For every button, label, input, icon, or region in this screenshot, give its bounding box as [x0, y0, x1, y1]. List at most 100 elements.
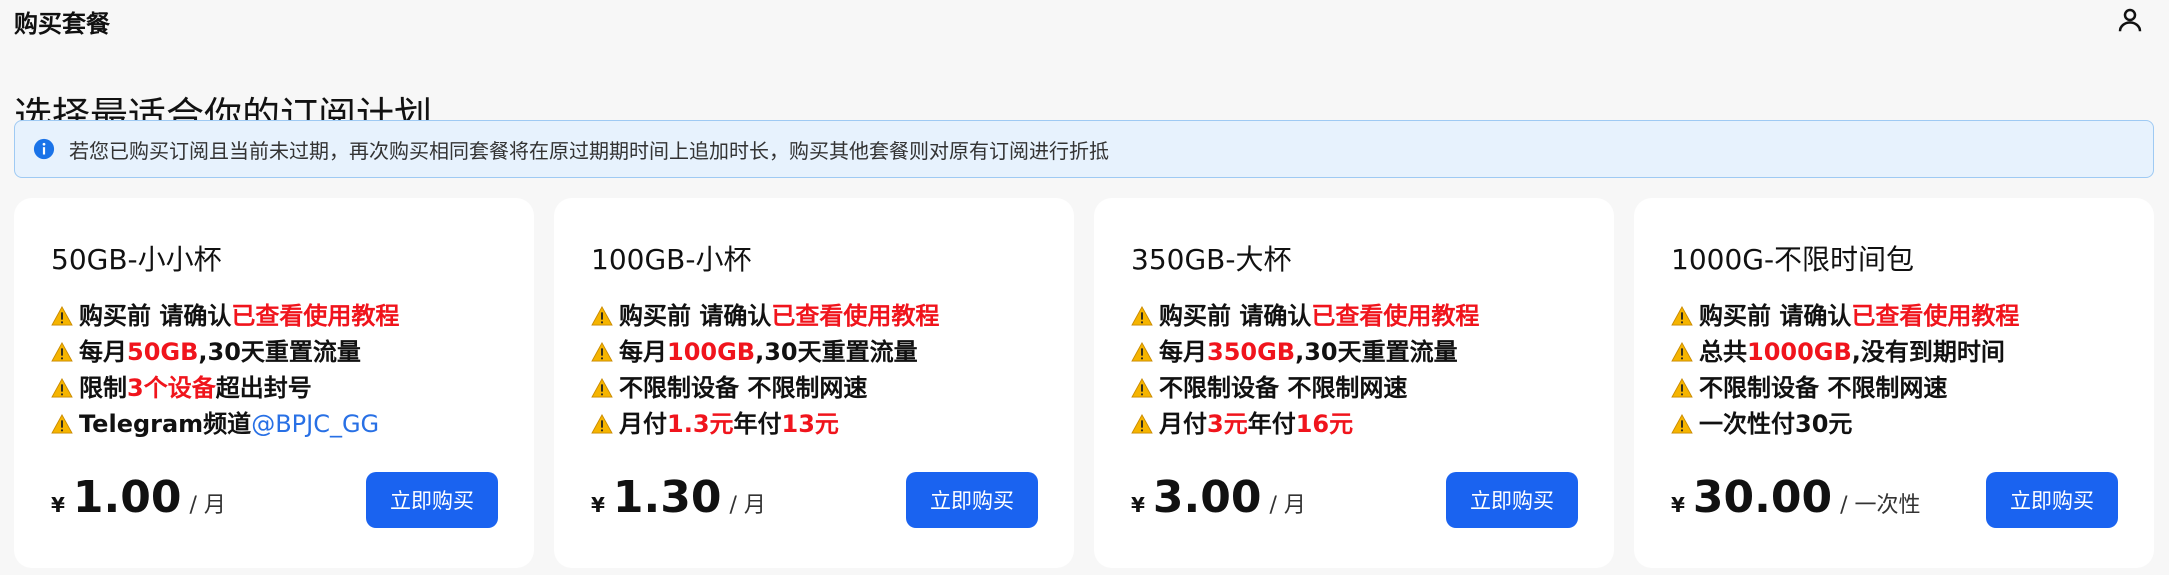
warning-icon — [51, 306, 73, 326]
warning-icon — [591, 342, 613, 362]
feature-text: ,没有到期时间 — [1851, 338, 2005, 366]
price-period: / 月 — [1269, 493, 1306, 518]
plan-card-1000g: 1000G-不限时间包 购买前 请确认 已查看使用教程 总共 1000GB ,没有… — [1634, 198, 2154, 568]
plan-name: 1000G-不限时间包 — [1671, 243, 1915, 276]
app-title: 购买套餐 — [14, 10, 110, 38]
feature-text: 购买前 请确认 — [79, 302, 232, 330]
currency-symbol: ¥ — [1671, 493, 1685, 517]
feature-list: 购买前 请确认 已查看使用教程 总共 1000GB ,没有到期时间 不限制设备 不… — [1671, 298, 2019, 442]
feature-text: ,30天重置流量 — [198, 338, 361, 366]
plan-card-350gb: 350GB-大杯 购买前 请确认 已查看使用教程 每月 350GB ,30天重置流… — [1094, 198, 1614, 568]
warning-icon — [1671, 306, 1693, 326]
feature-text: 超出封号 — [215, 374, 312, 402]
user-icon[interactable] — [2115, 5, 2145, 35]
feature-text: 月付 — [1159, 410, 1207, 438]
notice-text: 若您已购买订阅且当前未过期，再次购买相同套餐将在原过期期时间上追加时长，购买其他… — [69, 138, 1109, 163]
warning-icon — [1671, 342, 1693, 362]
feature-item: 购买前 请确认 已查看使用教程 — [591, 298, 939, 334]
feature-highlight: 3个设备 — [127, 374, 216, 402]
warning-icon — [1671, 414, 1693, 434]
feature-text: 限制 — [79, 374, 127, 402]
feature-item: 一次性付30元 — [1671, 406, 2019, 442]
warning-icon — [1131, 306, 1153, 326]
warning-icon — [1131, 414, 1153, 434]
plan-name: 350GB-大杯 — [1131, 243, 1292, 276]
price-amount: 1.00 — [72, 472, 182, 523]
feature-text: 一次性付30元 — [1699, 410, 1853, 438]
plan-name: 50GB-小小杯 — [51, 243, 222, 276]
plan-cards: 50GB-小小杯 购买前 请确认 已查看使用教程 每月 50GB ,30天重置流量… — [14, 198, 2154, 568]
feature-highlight: 3元 — [1207, 410, 1248, 438]
feature-item: 总共 1000GB ,没有到期时间 — [1671, 334, 2019, 370]
warning-icon — [51, 378, 73, 398]
feature-text: 月付 — [619, 410, 667, 438]
feature-text: 购买前 请确认 — [619, 302, 772, 330]
price-amount: 1.30 — [612, 472, 722, 523]
feature-text: 总共 — [1699, 338, 1747, 366]
feature-highlight: 已查看使用教程 — [771, 302, 940, 330]
warning-icon — [591, 414, 613, 434]
feature-highlight: 16元 — [1295, 410, 1354, 438]
feature-item: 购买前 请确认 已查看使用教程 — [51, 298, 399, 334]
feature-text: 购买前 请确认 — [1699, 302, 1852, 330]
feature-highlight: 1000GB — [1747, 338, 1852, 366]
buy-now-button[interactable]: 立即购买 — [1986, 472, 2118, 528]
price-period: / 月 — [729, 493, 766, 518]
feature-text: 每月 — [79, 338, 127, 366]
feature-highlight: 100GB — [667, 338, 756, 366]
feature-item: 每月 350GB ,30天重置流量 — [1131, 334, 1479, 370]
warning-icon — [51, 414, 73, 434]
warning-icon — [1131, 342, 1153, 362]
warning-icon — [591, 378, 613, 398]
feature-item: 月付 3元 年付 16元 — [1131, 406, 1479, 442]
price-amount: 30.00 — [1692, 472, 1833, 523]
feature-item: 每月 100GB ,30天重置流量 — [591, 334, 939, 370]
price-amount: 3.00 — [1152, 472, 1262, 523]
feature-item: 不限制设备 不限制网速 — [1131, 370, 1479, 406]
feature-text: ,30天重置流量 — [755, 338, 918, 366]
feature-highlight: 350GB — [1207, 338, 1296, 366]
feature-text: 年付 — [1247, 410, 1296, 438]
feature-highlight: 已查看使用教程 — [1851, 302, 2020, 330]
feature-item: 购买前 请确认 已查看使用教程 — [1671, 298, 2019, 334]
currency-symbol: ¥ — [591, 493, 605, 517]
plan-card-100gb: 100GB-小杯 购买前 请确认 已查看使用教程 每月 100GB ,30天重置流… — [554, 198, 1074, 568]
feature-item: 不限制设备 不限制网速 — [1671, 370, 2019, 406]
buy-now-button[interactable]: 立即购买 — [906, 472, 1038, 528]
price-period: / 一次性 — [1840, 493, 1921, 518]
plan-card-50gb: 50GB-小小杯 购买前 请确认 已查看使用教程 每月 50GB ,30天重置流量… — [14, 198, 534, 568]
info-notice: 若您已购买订阅且当前未过期，再次购买相同套餐将在原过期期时间上追加时长，购买其他… — [14, 120, 2154, 178]
buy-now-button[interactable]: 立即购买 — [366, 472, 498, 528]
feature-item: 月付 1.3元 年付 13元 — [591, 406, 939, 442]
feature-text: 购买前 请确认 — [1159, 302, 1312, 330]
feature-highlight: 已查看使用教程 — [231, 302, 400, 330]
feature-highlight: 1.3元 — [667, 410, 734, 438]
feature-highlight: 已查看使用教程 — [1311, 302, 1480, 330]
feature-text: 不限制设备 不限制网速 — [1159, 374, 1408, 402]
feature-text: 不限制设备 不限制网速 — [619, 374, 868, 402]
price: ¥ 1.30 / 月 — [591, 472, 766, 523]
feature-item: 不限制设备 不限制网速 — [591, 370, 939, 406]
feature-text: Telegram频道 — [79, 410, 252, 438]
feature-list: 购买前 请确认 已查看使用教程 每月 350GB ,30天重置流量 不限制设备 不… — [1131, 298, 1479, 442]
buy-now-button[interactable]: 立即购买 — [1446, 472, 1578, 528]
feature-text: 每月 — [1159, 338, 1207, 366]
feature-item: Telegram频道 @BPJC_GG — [51, 406, 399, 442]
price: ¥ 1.00 / 月 — [51, 472, 226, 523]
feature-highlight: 50GB — [127, 338, 199, 366]
feature-list: 购买前 请确认 已查看使用教程 每月 100GB ,30天重置流量 不限制设备 不… — [591, 298, 939, 442]
feature-text: 不限制设备 不限制网速 — [1699, 374, 1948, 402]
warning-icon — [1671, 378, 1693, 398]
feature-list: 购买前 请确认 已查看使用教程 每月 50GB ,30天重置流量 限制 3个设备超… — [51, 298, 399, 442]
feature-text: 年付 — [733, 410, 782, 438]
feature-item: 购买前 请确认 已查看使用教程 — [1131, 298, 1479, 334]
price: ¥ 30.00 / 一次性 — [1671, 472, 1921, 523]
top-bar: 购买套餐 — [0, 0, 2169, 40]
plan-name: 100GB-小杯 — [591, 243, 752, 276]
telegram-channel-link[interactable]: @BPJC_GG — [251, 406, 379, 442]
feature-item: 限制 3个设备 超出封号 — [51, 370, 399, 406]
feature-item: 每月 50GB ,30天重置流量 — [51, 334, 399, 370]
feature-text: ,30天重置流量 — [1295, 338, 1458, 366]
warning-icon — [591, 306, 613, 326]
warning-icon — [51, 342, 73, 362]
